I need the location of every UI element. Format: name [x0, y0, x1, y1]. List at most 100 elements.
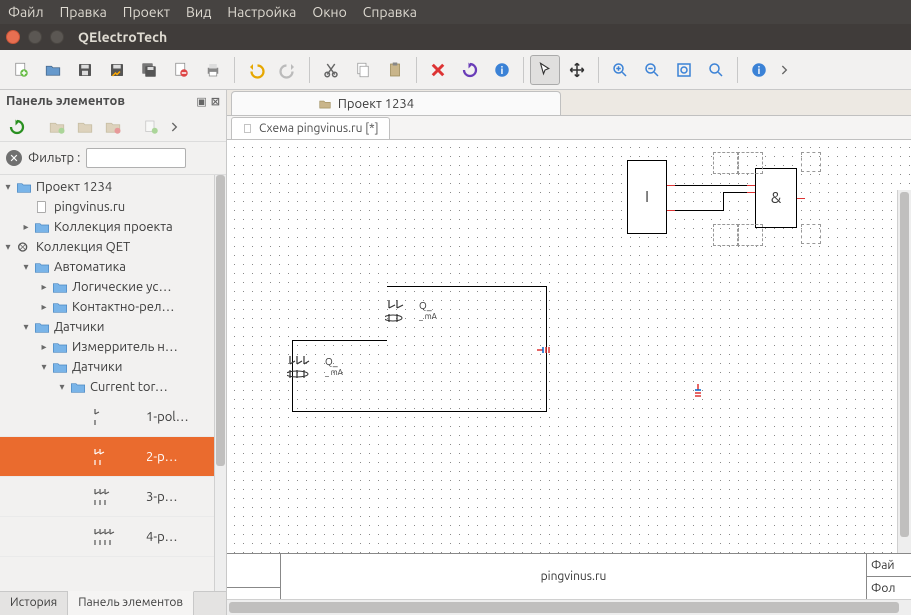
elements-tree[interactable]: ▾Проект 1234pingvinus.ru▸Коллекция проек… — [0, 175, 214, 591]
panel-reload-button[interactable] — [4, 114, 30, 140]
svg-text:i: i — [501, 63, 504, 75]
elements-panel: Панель элементов ▣ ⊠ ✕ Фильтр : — [0, 90, 227, 615]
panel-tab-elements[interactable]: Панель элементов — [68, 591, 194, 615]
panel-tab-history[interactable]: История — [0, 592, 68, 615]
menu-file[interactable]: Файл — [8, 4, 44, 20]
new-file-button[interactable] — [6, 55, 36, 85]
panel-edit-category-button[interactable] — [72, 114, 98, 140]
panel-detach-icon[interactable]: ▣ — [196, 95, 206, 108]
panel-close-icon[interactable]: ⊠ — [211, 95, 220, 108]
toolbar-overflow-button[interactable] — [776, 55, 794, 85]
menu-project[interactable]: Проект — [123, 4, 170, 20]
menu-settings[interactable]: Настройка — [227, 4, 296, 20]
tree-item[interactable]: ▸Измерритель н… — [0, 337, 214, 357]
logic-block-i-label: I — [645, 188, 649, 206]
logic-block-and-label: & — [771, 189, 781, 207]
cut-button[interactable] — [316, 55, 346, 85]
tree-item[interactable]: ▸Коллекция проекта — [0, 217, 214, 237]
component-q1[interactable] — [385, 298, 415, 327]
zoom-out-button[interactable] — [637, 55, 667, 85]
delete-button[interactable] — [423, 55, 453, 85]
menu-help[interactable]: Справка — [363, 4, 417, 20]
title-block-r2: Фол — [867, 577, 911, 599]
terminal-marker[interactable] — [693, 384, 707, 401]
tree-item[interactable]: ▾Current tor… — [0, 377, 214, 397]
logic-block-and[interactable]: & — [755, 168, 797, 228]
save-button[interactable] — [70, 55, 100, 85]
copy-button[interactable] — [348, 55, 378, 85]
print-button[interactable] — [198, 55, 228, 85]
rotate-button[interactable] — [455, 55, 485, 85]
logic-block-i[interactable]: I — [627, 160, 667, 234]
svg-text:i: i — [758, 63, 761, 75]
component-q2[interactable] — [287, 354, 321, 383]
paste-button[interactable] — [380, 55, 410, 85]
zoom-reset-button[interactable] — [701, 55, 731, 85]
filter-input[interactable] — [86, 148, 186, 168]
tree-item[interactable]: ▾Автоматика — [0, 257, 214, 277]
sheet-tab[interactable]: Схема pingvinus.ru [*] — [231, 117, 390, 139]
open-button[interactable] — [38, 55, 68, 85]
panel-new-category-button[interactable] — [44, 114, 70, 140]
schematic-canvas[interactable]: Q_ _ mA Q_ _ mA — [227, 140, 911, 553]
ghost-element — [737, 152, 763, 174]
ghost-element — [713, 152, 739, 174]
ghost-element — [713, 224, 739, 246]
tree-item[interactable]: ▾Коллекция QET — [0, 237, 214, 257]
window-titlebar: QElectroTech — [0, 24, 911, 50]
tree-item[interactable]: ▾Проект 1234 — [0, 177, 214, 197]
tree-item[interactable]: ▾Датчики — [0, 317, 214, 337]
save-as-button[interactable] — [102, 55, 132, 85]
move-tool-button[interactable] — [562, 55, 592, 85]
component-q2-label: Q_ — [325, 356, 338, 367]
filter-label: Фильтр : — [28, 151, 80, 165]
menu-window[interactable]: Окно — [312, 4, 346, 20]
close-button[interactable] — [166, 55, 196, 85]
save-all-button[interactable] — [134, 55, 164, 85]
os-menubar[interactable]: Файл Правка Проект Вид Настройка Окно Сп… — [0, 0, 911, 24]
window-maximize-button[interactable] — [50, 30, 64, 44]
window-close-button[interactable] — [6, 30, 20, 44]
library-item[interactable]: 1-pol… — [0, 397, 214, 437]
filter-clear-button[interactable]: ✕ — [6, 150, 22, 166]
panel-toolbar — [0, 112, 226, 142]
info-button[interactable]: i — [487, 55, 517, 85]
horizontal-scrollbar[interactable] — [227, 599, 911, 615]
library-item[interactable]: 3-p… — [0, 477, 214, 517]
menu-view[interactable]: Вид — [186, 4, 211, 20]
window-minimize-button[interactable] — [28, 30, 42, 44]
component-q1-sublabel: _ mA — [419, 312, 437, 321]
panel-title: Панель элементов — [6, 94, 125, 108]
project-tab[interactable]: Проект 1234 — [231, 91, 561, 115]
folder-icon — [318, 97, 332, 111]
panel-delete-category-button[interactable] — [100, 114, 126, 140]
main-toolbar: i i — [0, 50, 911, 90]
component-q2-sublabel: _ mA — [325, 368, 343, 377]
tree-item[interactable]: ▸Контактно-рел… — [0, 297, 214, 317]
tree-scrollbar[interactable] — [214, 175, 226, 591]
about-button[interactable]: i — [744, 55, 774, 85]
terminal-marker[interactable] — [537, 344, 551, 358]
ghost-element — [801, 152, 821, 172]
zoom-in-button[interactable] — [605, 55, 635, 85]
window-title: QElectroTech — [78, 29, 167, 45]
panel-toolbar-overflow-button[interactable] — [166, 114, 184, 140]
tree-item[interactable]: pingvinus.ru — [0, 197, 214, 217]
undo-button[interactable] — [241, 55, 271, 85]
title-block-center: pingvinus.ru — [281, 554, 867, 599]
pointer-tool-button[interactable] — [530, 55, 560, 85]
library-item[interactable]: 2-p… — [0, 437, 214, 477]
vertical-scrollbar[interactable] — [897, 190, 911, 553]
redo-button[interactable] — [273, 55, 303, 85]
page-icon — [242, 123, 254, 135]
project-tab-label: Проект 1234 — [338, 97, 414, 111]
wire-segment — [723, 192, 724, 211]
library-item[interactable]: 4-p… — [0, 517, 214, 557]
panel-import-button[interactable] — [138, 114, 164, 140]
tree-item[interactable]: ▸Логические ус… — [0, 277, 214, 297]
editor-area: Проект 1234 Схема pingvinus.ru [*] — [227, 90, 911, 615]
zoom-fit-button[interactable] — [669, 55, 699, 85]
ghost-element — [801, 224, 821, 244]
menu-edit[interactable]: Правка — [60, 4, 107, 20]
tree-item[interactable]: ▾Датчики — [0, 357, 214, 377]
